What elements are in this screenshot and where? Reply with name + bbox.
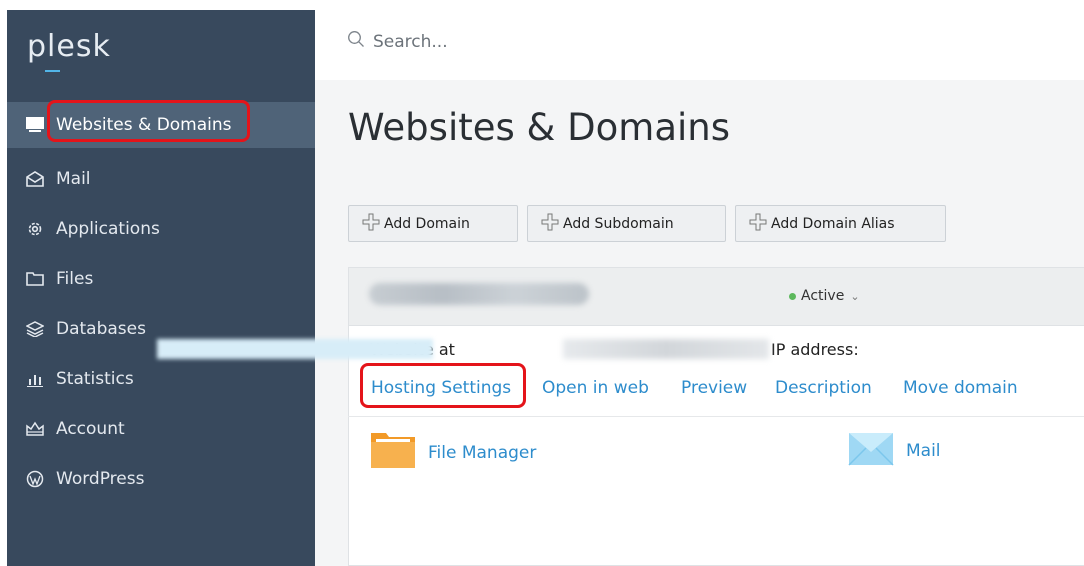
sidebar-item-label: Databases <box>56 319 146 339</box>
folder-icon <box>24 268 46 290</box>
chevron-down-icon: ⌄ <box>850 289 860 303</box>
domain-name-redacted[interactable] <box>369 283 589 305</box>
ip-address-redacted <box>563 339 769 359</box>
sidebar-item-account[interactable]: Account <box>7 406 315 452</box>
sidebar-item-mail[interactable]: Mail <box>7 156 315 202</box>
top-bar: Search... <box>315 10 1084 81</box>
sidebar-item-label: Account <box>56 419 125 439</box>
status-dot <box>789 292 796 300</box>
tool-label: File Manager <box>428 442 537 463</box>
logo-underline <box>45 70 60 72</box>
status-dropdown[interactable]: Active ⌄ <box>789 288 860 304</box>
website-url-redacted[interactable] <box>157 339 433 359</box>
search-icon <box>347 30 373 53</box>
database-icon <box>24 318 46 340</box>
plesk-logo[interactable]: plesk <box>27 29 111 72</box>
button-label: Add Domain Alias <box>771 215 895 232</box>
domain-panel-header: Active ⌄ <box>349 268 1084 326</box>
sidebar-item-label: WordPress <box>56 469 145 489</box>
file-manager-tool[interactable]: File Manager <box>370 430 536 475</box>
sidebar-item-files[interactable]: Files <box>7 256 315 302</box>
button-label: Add Subdomain <box>563 215 674 232</box>
page-header: Websites & Domains <box>315 80 1084 182</box>
sidebar-item-label: Mail <box>56 169 91 189</box>
mail-tool[interactable]: Mail <box>848 430 941 471</box>
mail-icon <box>848 430 894 471</box>
plus-icon <box>749 213 771 235</box>
sidebar-item-label: Applications <box>56 219 160 239</box>
highlight-box-hosting-settings <box>360 363 526 408</box>
tool-label: Mail <box>906 440 941 461</box>
description-link[interactable]: Description <box>775 378 872 398</box>
page-title: Websites & Domains <box>348 106 730 149</box>
sidebar-item-applications[interactable]: Applications <box>7 206 315 252</box>
sidebar-item-label: Statistics <box>56 369 134 389</box>
logo-text: plesk <box>27 29 111 64</box>
plus-icon <box>541 213 563 235</box>
divider <box>348 416 1084 417</box>
add-domain-alias-button[interactable]: Add Domain Alias <box>735 205 946 242</box>
sidebar-item-wordpress[interactable]: WordPress <box>7 456 315 502</box>
move-domain-link[interactable]: Move domain <box>903 378 1018 398</box>
sidebar-item-statistics[interactable]: Statistics <box>7 356 315 402</box>
plus-icon <box>362 213 384 235</box>
sidebar: plesk Websites & Domains Mail Applicatio… <box>7 10 315 566</box>
monitor-icon <box>24 114 46 136</box>
account-icon <box>24 418 46 440</box>
search-input[interactable]: Search... <box>347 30 448 53</box>
open-in-web-link[interactable]: Open in web <box>542 378 649 398</box>
folder-icon <box>370 430 416 475</box>
envelope-icon <box>24 168 46 190</box>
ip-address-label: IP address: <box>771 340 859 359</box>
button-label: Add Domain <box>384 215 470 232</box>
status-label: Active <box>801 288 845 304</box>
wordpress-icon <box>24 468 46 490</box>
bar-chart-icon <box>24 368 46 390</box>
sidebar-item-label: Files <box>56 269 94 289</box>
add-domain-button[interactable]: Add Domain <box>348 205 518 242</box>
add-subdomain-button[interactable]: Add Subdomain <box>527 205 726 242</box>
preview-link[interactable]: Preview <box>681 378 747 398</box>
gear-icon <box>24 218 46 240</box>
search-placeholder: Search... <box>373 31 448 52</box>
highlight-box-websites-domains <box>47 100 250 142</box>
